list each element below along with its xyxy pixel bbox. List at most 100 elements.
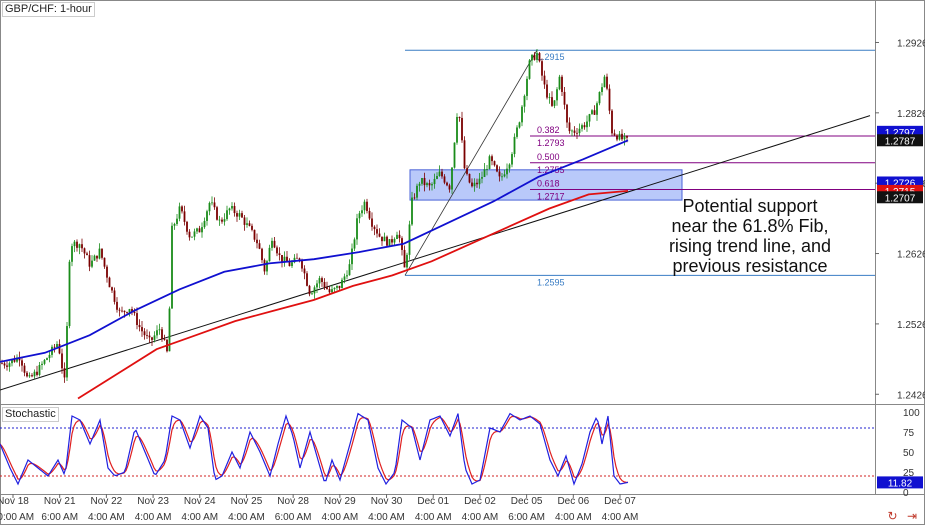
candle-body [53,346,56,348]
candle-body [478,178,481,185]
candle-body [76,241,78,248]
candle-body [56,344,58,348]
candle-body [248,223,251,226]
candle-body [186,221,188,232]
candle-body [413,197,416,199]
candle-body [523,95,526,107]
x-time-label: 6:00 AM [275,512,312,523]
candle-body [611,110,613,134]
price-tag-label: 1.2787 [885,136,916,147]
candle-body [43,359,46,364]
candle-body [223,219,226,222]
fib-price-label: 1.2755 [537,165,565,175]
candle-body [538,53,541,62]
candle-body [151,337,153,340]
candle-body [446,182,448,186]
candle-body [386,236,388,246]
candle-body [8,363,11,367]
candle-body [176,218,178,224]
candle-body [521,106,523,123]
x-time-label: 4:00 AM [135,512,172,523]
candle-body [568,122,571,132]
candle-body [583,125,586,128]
candle-body [618,133,621,140]
candle-body [73,241,76,247]
candle-body [81,244,83,249]
candle-body [591,110,593,115]
candle-body [536,53,538,60]
candle-body [71,246,73,262]
candle-body [201,227,203,233]
candle-body [531,54,533,61]
candle-body [326,287,328,290]
candle-body [313,287,316,294]
candle-body [366,201,368,211]
candle-body [58,344,61,354]
candle-body [508,164,511,169]
candle-body [311,293,313,295]
candle-body [368,210,371,219]
candle-body [598,92,601,104]
level-label: 1.2915 [537,52,565,62]
candle-body [241,213,243,218]
candle-body [376,229,378,234]
candle-body [23,365,26,373]
candle-body [296,257,298,259]
candle-body [546,84,548,98]
candle-body [411,197,413,225]
candle-body [516,127,518,137]
candle-body [608,88,611,111]
candle-body [468,173,471,183]
candle-body [393,238,396,243]
candle-body [233,206,236,214]
candle-body [123,310,126,313]
candle-body [346,275,348,277]
candle-body [333,287,336,290]
candle-body [623,136,626,140]
candle-body [483,169,486,178]
candle-body [36,371,38,375]
candle-body [593,110,596,115]
candle-body [88,255,91,267]
candle-body [136,313,138,325]
candle-body [96,255,98,259]
x-time-label: 6:00 AM [508,512,545,523]
candle-body [403,249,406,268]
arrow-icon[interactable]: ⇥ [907,509,917,523]
candle-body [156,330,158,336]
candle-body [33,371,36,377]
candle-body [251,225,253,230]
sync-icon[interactable]: ↻ [888,509,898,523]
x-time-label: 4:00 AM [228,512,265,523]
corner-icons: ↻ ⇥ [882,509,917,523]
candle-body [38,364,41,375]
candle-body [26,372,28,377]
candle-body [453,142,456,168]
candle-body [498,171,501,177]
candle-body [461,117,463,141]
candle-body [481,177,483,179]
candle-body [178,206,181,219]
fib-ratio-label: 0.618 [537,179,560,189]
candle-body [173,223,176,226]
candle-body [181,206,183,212]
candle-body [41,363,43,365]
candle-body [391,239,393,243]
candle-body [358,213,361,219]
candle-body [68,261,71,327]
candle-body [566,104,568,123]
candle-body [138,324,141,328]
candle-body [356,218,358,240]
candle-body [336,285,338,288]
candle-body [606,76,608,89]
x-time-label: 4:00 AM [462,512,499,523]
candle-body [443,176,446,183]
candle-body [316,283,318,288]
candle-body [91,260,93,267]
candle-body [458,116,461,118]
stoch-k-line [0,412,629,486]
slow-moving-average [77,190,629,400]
fib-ratio-label: 0.500 [537,152,560,162]
y-tick-label: 1.2626 [897,250,925,261]
candle-body [266,261,268,272]
